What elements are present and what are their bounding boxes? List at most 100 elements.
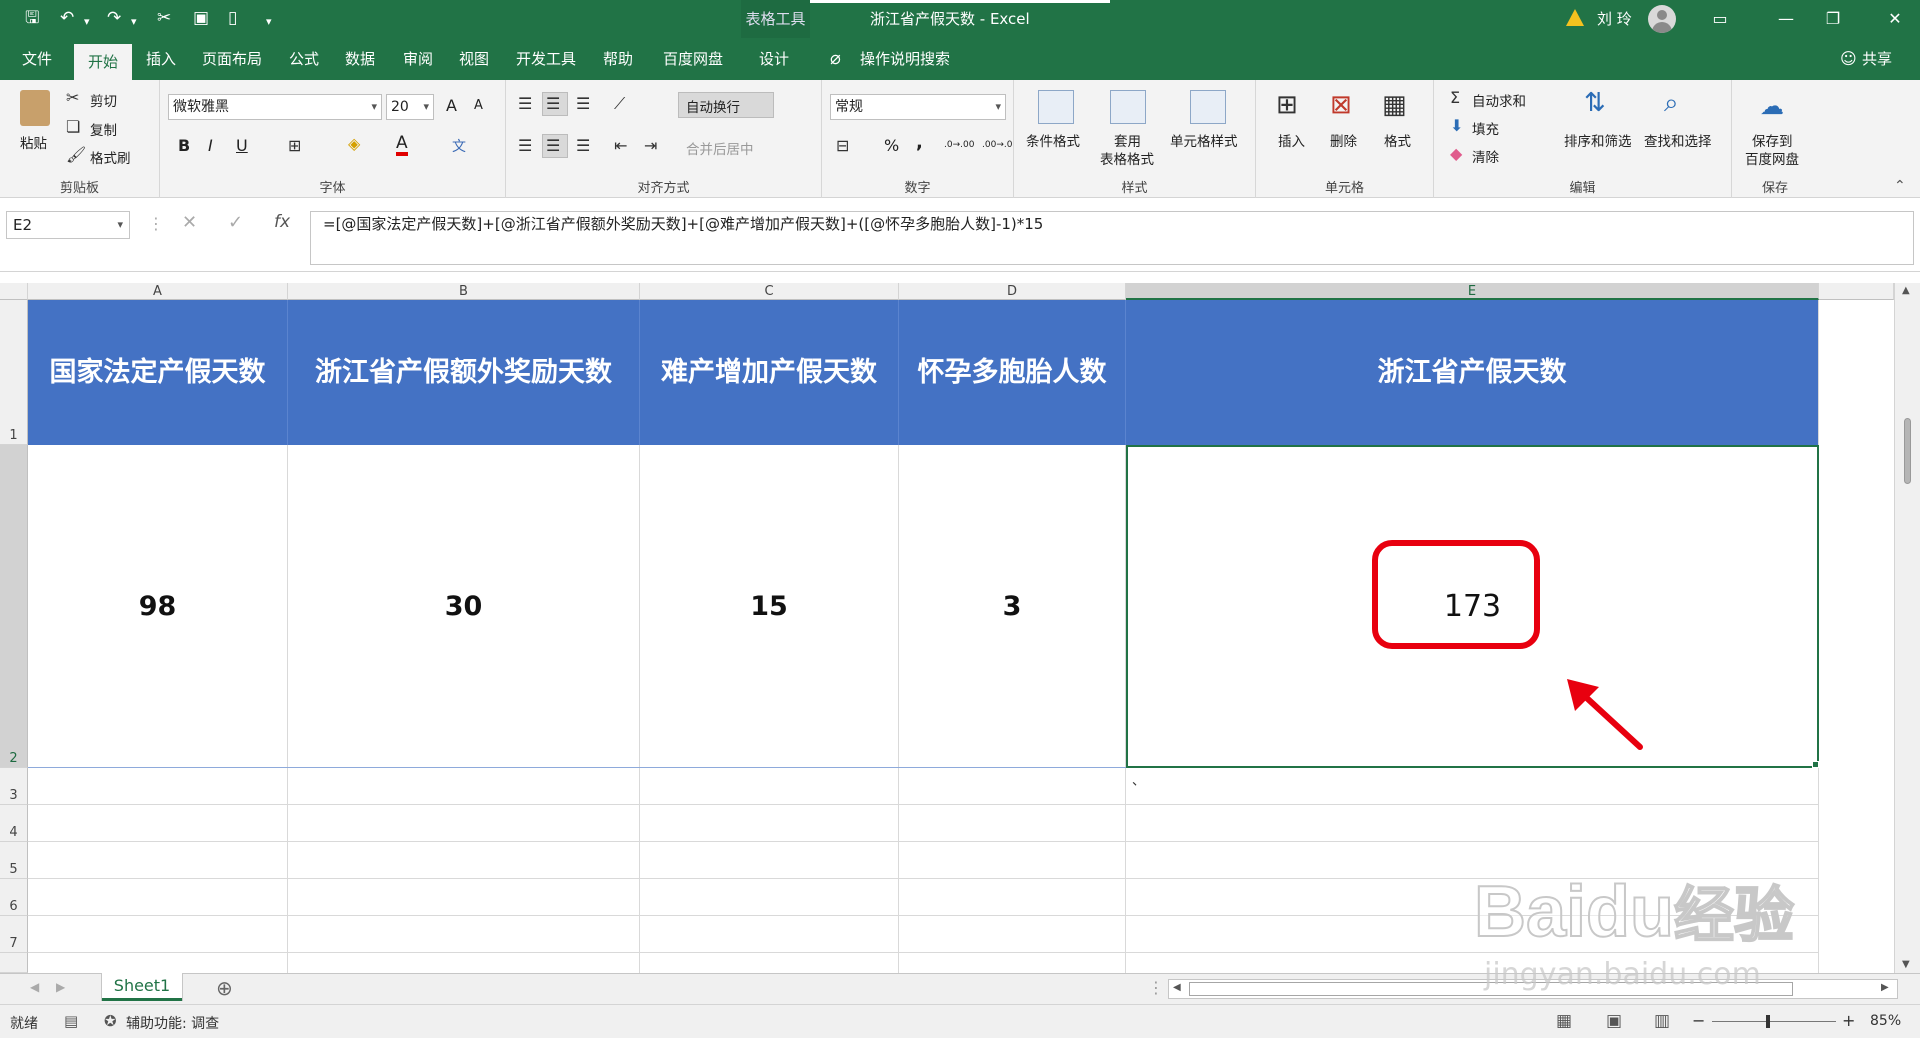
row-header-4[interactable]: 4	[0, 805, 28, 842]
cut-icon[interactable]: ✂	[157, 8, 171, 28]
paste-button[interactable]: 粘贴	[20, 132, 47, 152]
value-cell-a2[interactable]: 98	[28, 445, 288, 768]
restore-icon[interactable]: ❐	[1810, 0, 1856, 38]
font-size-select[interactable]: 20	[386, 94, 434, 120]
delete-button[interactable]: 删除	[1330, 130, 1357, 150]
row-header-3[interactable]: 3	[0, 768, 28, 805]
align-top-icon[interactable]: ☰	[518, 94, 532, 113]
scroll-right-icon[interactable]: ▶	[1881, 982, 1889, 993]
scroll-up-icon[interactable]: ▲	[1902, 285, 1910, 296]
format-painter-button[interactable]: 格式刷	[90, 147, 131, 167]
avatar[interactable]	[1648, 5, 1676, 33]
print-preview-icon[interactable]: ▣	[193, 8, 209, 28]
save-icon[interactable]: 🖫	[25, 8, 39, 28]
tab-developer[interactable]: 开发工具	[508, 38, 584, 80]
zoom-out-button[interactable]: −	[1692, 1011, 1705, 1030]
header-cell-b1[interactable]: 浙江省产假额外奖励天数	[288, 300, 640, 445]
tab-formulas[interactable]: 公式	[282, 38, 326, 80]
warning-icon[interactable]	[1566, 9, 1584, 26]
cell-styles-button[interactable]: 单元格样式	[1170, 130, 1238, 150]
select-all-corner[interactable]	[0, 283, 28, 300]
accounting-format-icon[interactable]: ⊟	[836, 136, 849, 155]
save-baidu-line2[interactable]: 百度网盘	[1745, 148, 1799, 168]
zoom-slider-thumb[interactable]	[1766, 1015, 1770, 1028]
tab-review[interactable]: 审阅	[396, 38, 440, 80]
font-name-select[interactable]: 微软雅黑	[168, 94, 382, 120]
tab-page-layout[interactable]: 页面布局	[196, 38, 268, 80]
font-color-button[interactable]: A	[396, 134, 408, 156]
clear-button[interactable]: 清除	[1472, 146, 1499, 166]
collapse-ribbon-icon[interactable]: ⌃	[1894, 178, 1906, 194]
undo-dropdown-icon[interactable]: ▾	[84, 12, 90, 32]
row-header-7[interactable]: 7	[0, 916, 28, 953]
cut-button[interactable]: 剪切	[90, 90, 117, 110]
border-icon[interactable]: ⊞	[288, 136, 301, 155]
copy-button[interactable]: 复制	[90, 119, 117, 139]
minimize-icon[interactable]: —	[1763, 0, 1809, 38]
close-icon[interactable]: ✕	[1872, 0, 1918, 38]
bold-button[interactable]: B	[178, 136, 190, 155]
cancel-icon[interactable]: ✕	[182, 212, 197, 233]
fill-handle[interactable]	[1812, 761, 1819, 768]
redo-dropdown-icon[interactable]: ▾	[131, 12, 137, 32]
page-layout-view-icon[interactable]: ▣	[1606, 1011, 1622, 1031]
vertical-scrollbar[interactable]: ▲ ▼	[1894, 283, 1920, 973]
decrease-decimal-button[interactable]: .00→.0	[982, 140, 1012, 150]
conditional-format-button[interactable]: 条件格式	[1026, 130, 1080, 150]
insert-button[interactable]: 插入	[1278, 130, 1305, 150]
find-icon[interactable]: ⌕	[1664, 88, 1679, 119]
underline-button[interactable]: U	[236, 136, 248, 155]
tab-design[interactable]: 设计	[752, 38, 796, 80]
tab-split-icon[interactable]: ⋮	[1148, 978, 1164, 997]
new-file-icon[interactable]: ▯	[228, 8, 237, 28]
zoom-in-button[interactable]: +	[1842, 1011, 1855, 1030]
value-cell-c2[interactable]: 15	[640, 445, 899, 768]
column-header-c[interactable]: C	[640, 283, 899, 300]
increase-decimal-button[interactable]: .0→.00	[944, 140, 974, 150]
italic-button[interactable]: I	[208, 136, 213, 155]
number-format-select[interactable]: 常规	[830, 94, 1006, 120]
zoom-level[interactable]: 85%	[1870, 1013, 1901, 1029]
format-cells-icon[interactable]: ▦	[1382, 90, 1407, 120]
enter-icon[interactable]: ✓	[228, 212, 243, 233]
format-button[interactable]: 格式	[1384, 130, 1411, 150]
insert-function-icon[interactable]: fx	[274, 212, 290, 232]
increase-indent-icon[interactable]: ⇥	[644, 136, 657, 155]
normal-view-icon[interactable]: ▦	[1556, 1011, 1572, 1031]
tab-view[interactable]: 视图	[452, 38, 496, 80]
scroll-left-icon[interactable]: ◀	[1173, 982, 1181, 993]
formula-input[interactable]: =[@国家法定产假天数]+[@浙江省产假额外奖励天数]+[@难产增加产假天数]+…	[310, 211, 1914, 265]
zoom-slider-track[interactable]	[1712, 1021, 1836, 1022]
decrease-indent-icon[interactable]: ⇤	[614, 136, 627, 155]
find-select-button[interactable]: 查找和选择	[1644, 130, 1712, 150]
tab-data[interactable]: 数据	[338, 38, 382, 80]
redo-icon[interactable]: ↷	[107, 8, 121, 28]
name-box[interactable]: E2	[6, 211, 130, 239]
fill-color-icon[interactable]: ◈	[348, 134, 360, 153]
row-header-6[interactable]: 6	[0, 879, 28, 916]
sheet-tab-sheet1[interactable]: Sheet1	[102, 973, 182, 1001]
header-cell-a1[interactable]: 国家法定产假天数	[28, 300, 288, 445]
column-header-a[interactable]: A	[28, 283, 288, 300]
merge-center-button[interactable]: 合并后居中	[686, 138, 754, 158]
row-header-5[interactable]: 5	[0, 842, 28, 879]
column-header-d[interactable]: D	[899, 283, 1126, 300]
cell-styles-icon[interactable]	[1190, 90, 1226, 124]
value-cell-b2[interactable]: 30	[288, 445, 640, 768]
worksheet-grid[interactable]: A B C D E 1 2 3 4 5 6 7 国家法定产假天数 浙江省产假额外…	[0, 283, 1920, 973]
align-right-icon[interactable]: ☰	[576, 136, 590, 155]
sort-filter-icon[interactable]: ⇅	[1584, 88, 1606, 118]
align-left-icon[interactable]: ☰	[518, 136, 532, 155]
table-format-icon[interactable]	[1110, 90, 1146, 124]
row-header-8[interactable]	[0, 953, 28, 973]
insert-cells-icon[interactable]: ⊞	[1276, 90, 1298, 120]
header-cell-c1[interactable]: 难产增加产假天数	[640, 300, 899, 445]
fill-button[interactable]: 填充	[1472, 118, 1499, 138]
undo-icon[interactable]: ↶	[60, 8, 74, 28]
accessibility-status[interactable]: 辅助功能: 调查	[126, 1013, 219, 1033]
column-header-e[interactable]: E	[1126, 283, 1819, 300]
delete-cells-icon[interactable]: ⊠	[1330, 90, 1352, 120]
column-header-f[interactable]	[1819, 283, 1894, 300]
conditional-format-icon[interactable]	[1038, 90, 1074, 124]
tab-insert[interactable]: 插入	[138, 38, 184, 80]
